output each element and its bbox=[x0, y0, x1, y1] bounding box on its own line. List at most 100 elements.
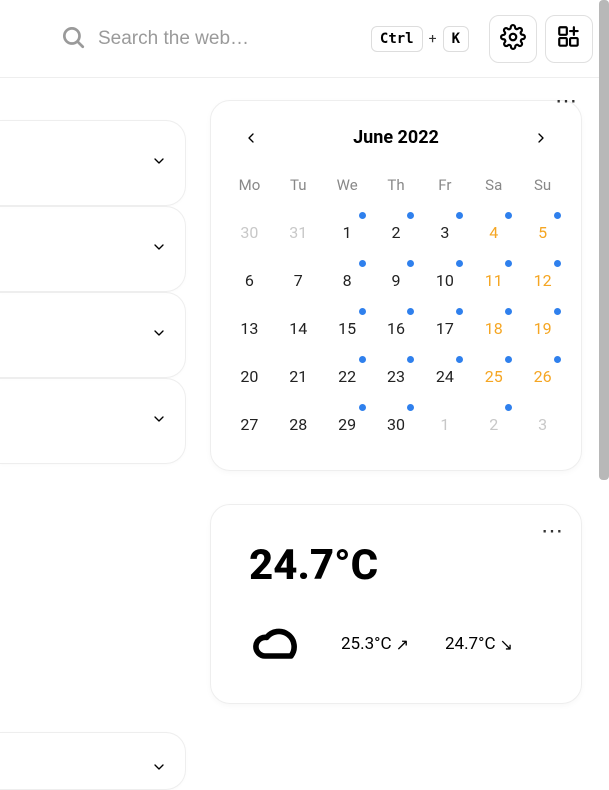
calendar-dow: Th bbox=[372, 166, 421, 208]
calendar-day[interactable]: 9 bbox=[372, 256, 421, 304]
weather-more-button[interactable]: ⋯ bbox=[541, 519, 565, 544]
event-dot-icon bbox=[407, 212, 414, 219]
calendar-day[interactable]: 25 bbox=[469, 352, 518, 400]
event-dot-icon bbox=[505, 404, 512, 411]
calendar-dow: Tu bbox=[274, 166, 323, 208]
event-dot-icon bbox=[456, 308, 463, 315]
calendar-day[interactable]: 30 bbox=[372, 400, 421, 448]
widgets-button[interactable] bbox=[545, 15, 593, 63]
event-dot-icon bbox=[407, 404, 414, 411]
calendar-day[interactable]: 2 bbox=[469, 400, 518, 448]
event-dot-icon bbox=[505, 212, 512, 219]
left-card-4[interactable] bbox=[0, 378, 186, 464]
event-dot-icon bbox=[359, 404, 366, 411]
chevron-down-icon bbox=[151, 411, 167, 431]
kbd-k: K bbox=[443, 26, 469, 52]
calendar-day[interactable]: 1 bbox=[323, 208, 372, 256]
calendar-day[interactable]: 30 bbox=[225, 208, 274, 256]
calendar-day[interactable]: 6 bbox=[225, 256, 274, 304]
event-dot-icon bbox=[505, 308, 512, 315]
event-dot-icon bbox=[554, 308, 561, 315]
calendar-day[interactable]: 31 bbox=[274, 208, 323, 256]
calendar-day[interactable]: 21 bbox=[274, 352, 323, 400]
calendar-day[interactable]: 11 bbox=[469, 256, 518, 304]
left-card-2[interactable] bbox=[0, 206, 186, 292]
event-dot-icon bbox=[359, 260, 366, 267]
calendar-more-button[interactable]: ⋯ bbox=[555, 89, 579, 114]
top-bar: Ctrl + K bbox=[0, 0, 609, 78]
calendar-dow: Mo bbox=[225, 166, 274, 208]
event-dot-icon bbox=[456, 356, 463, 363]
gear-icon bbox=[500, 24, 526, 54]
event-dot-icon bbox=[505, 356, 512, 363]
calendar-title: June 2022 bbox=[353, 127, 439, 148]
event-dot-icon bbox=[456, 212, 463, 219]
chevron-down-icon bbox=[151, 759, 167, 779]
scrollbar[interactable] bbox=[599, 0, 609, 480]
settings-button[interactable] bbox=[489, 15, 537, 63]
event-dot-icon bbox=[505, 260, 512, 267]
calendar-day[interactable]: 16 bbox=[372, 304, 421, 352]
weather-high: 25.3°C ↗ bbox=[341, 634, 409, 654]
arrow-down-right-icon: ↘ bbox=[500, 635, 513, 654]
event-dot-icon bbox=[407, 308, 414, 315]
search-wrap bbox=[16, 24, 371, 54]
weather-details: 25.3°C ↗ 24.7°C ↘ bbox=[249, 614, 553, 674]
calendar-widget: ⋯ June 2022 MoTuWeThFrSaSu30311234567891… bbox=[210, 100, 582, 471]
calendar-day[interactable]: 22 bbox=[323, 352, 372, 400]
event-dot-icon bbox=[359, 308, 366, 315]
calendar-next-button[interactable] bbox=[525, 122, 557, 154]
calendar-day[interactable]: 26 bbox=[518, 352, 567, 400]
weather-current-temp: 24.7°C bbox=[249, 541, 553, 590]
chevron-down-icon bbox=[151, 239, 167, 259]
event-dot-icon bbox=[554, 260, 561, 267]
calendar-day[interactable]: 24 bbox=[420, 352, 469, 400]
left-card-5[interactable] bbox=[0, 732, 186, 790]
calendar-day[interactable]: 12 bbox=[518, 256, 567, 304]
left-card-3[interactable] bbox=[0, 292, 186, 378]
calendar-day[interactable]: 3 bbox=[518, 400, 567, 448]
weather-widget: ⋯ 24.7°C 25.3°C ↗ 24.7°C ↘ bbox=[210, 504, 582, 704]
calendar-day[interactable]: 29 bbox=[323, 400, 372, 448]
calendar-grid: MoTuWeThFrSaSu30311234567891011121314151… bbox=[225, 166, 567, 448]
event-dot-icon bbox=[407, 356, 414, 363]
kbd-ctrl: Ctrl bbox=[371, 26, 423, 52]
event-dot-icon bbox=[554, 212, 561, 219]
left-panel bbox=[0, 120, 186, 464]
calendar-day[interactable]: 2 bbox=[372, 208, 421, 256]
search-input[interactable] bbox=[98, 28, 298, 50]
calendar-day[interactable]: 8 bbox=[323, 256, 372, 304]
search-shortcut: Ctrl + K bbox=[371, 26, 469, 52]
calendar-day[interactable]: 4 bbox=[469, 208, 518, 256]
weather-low-value: 24.7°C bbox=[445, 634, 496, 654]
calendar-dow: Fr bbox=[420, 166, 469, 208]
calendar-day[interactable]: 7 bbox=[274, 256, 323, 304]
left-card-1[interactable] bbox=[0, 120, 186, 206]
calendar-prev-button[interactable] bbox=[235, 122, 267, 154]
event-dot-icon bbox=[359, 356, 366, 363]
calendar-day[interactable]: 3 bbox=[420, 208, 469, 256]
calendar-day[interactable]: 13 bbox=[225, 304, 274, 352]
calendar-day[interactable]: 17 bbox=[420, 304, 469, 352]
calendar-dow: We bbox=[323, 166, 372, 208]
event-dot-icon bbox=[407, 260, 414, 267]
arrow-up-right-icon: ↗ bbox=[396, 635, 409, 654]
calendar-dow: Su bbox=[518, 166, 567, 208]
calendar-day[interactable]: 14 bbox=[274, 304, 323, 352]
event-dot-icon bbox=[554, 356, 561, 363]
add-widget-icon bbox=[556, 24, 582, 54]
calendar-day[interactable]: 5 bbox=[518, 208, 567, 256]
calendar-day[interactable]: 19 bbox=[518, 304, 567, 352]
event-dot-icon bbox=[359, 212, 366, 219]
weather-low: 24.7°C ↘ bbox=[445, 634, 513, 654]
calendar-day[interactable]: 27 bbox=[225, 400, 274, 448]
calendar-day[interactable]: 18 bbox=[469, 304, 518, 352]
calendar-day[interactable]: 23 bbox=[372, 352, 421, 400]
calendar-header: June 2022 bbox=[225, 127, 567, 148]
calendar-day[interactable]: 28 bbox=[274, 400, 323, 448]
calendar-day[interactable]: 1 bbox=[420, 400, 469, 448]
calendar-day[interactable]: 20 bbox=[225, 352, 274, 400]
calendar-day[interactable]: 15 bbox=[323, 304, 372, 352]
event-dot-icon bbox=[456, 260, 463, 267]
calendar-day[interactable]: 10 bbox=[420, 256, 469, 304]
